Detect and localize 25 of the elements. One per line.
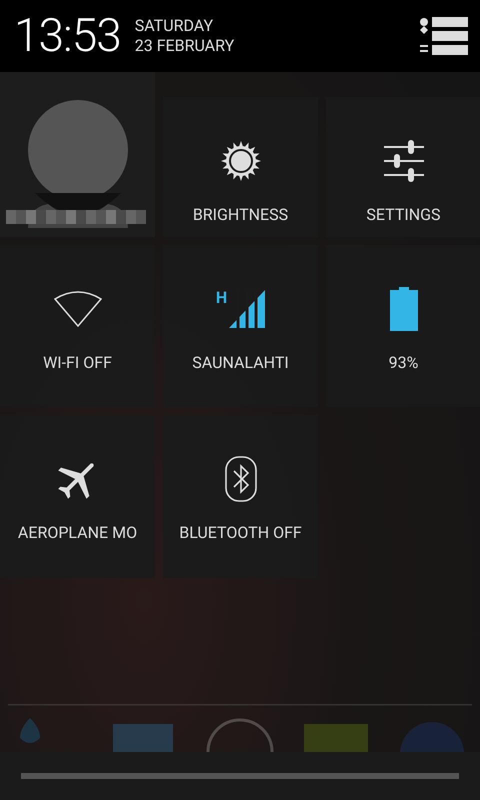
drag-handle-bar[interactable] bbox=[0, 752, 480, 800]
notifications-list-icon[interactable] bbox=[420, 17, 468, 55]
quick-setting-tile[interactable]: BLUETOOTH OFF bbox=[163, 415, 318, 578]
tile-label: SAUNALAHTI bbox=[192, 353, 289, 372]
date: 23 FEBRUARY bbox=[134, 36, 234, 56]
brightness-icon bbox=[218, 139, 262, 183]
quick-setting-tile[interactable]: AEROPLANE MO bbox=[0, 415, 155, 578]
tile-label: AEROPLANE MO bbox=[18, 523, 138, 542]
tile-label: BRIGHTNESS bbox=[192, 205, 288, 224]
signal-icon bbox=[229, 290, 266, 328]
sliders-icon bbox=[382, 140, 424, 182]
weekday: SATURDAY bbox=[134, 16, 214, 36]
tile-label: WI-FI OFF bbox=[43, 353, 112, 372]
user-tile[interactable] bbox=[0, 72, 155, 237]
quick-setting-tile[interactable]: 93% bbox=[326, 245, 480, 407]
quick-setting-tile[interactable]: H SAUNALAHTI bbox=[163, 245, 318, 407]
network-type: H bbox=[216, 290, 228, 306]
battery-icon bbox=[390, 287, 418, 331]
quick-setting-tile[interactable]: SETTINGS bbox=[326, 97, 480, 237]
quick-setting-tile[interactable]: WI-FI OFF bbox=[0, 245, 155, 407]
clock-time: 13:53 bbox=[14, 9, 121, 63]
tile-label: BLUETOOTH OFF bbox=[179, 523, 302, 542]
tile-label: SETTINGS bbox=[366, 205, 441, 224]
tile-label: 93% bbox=[388, 353, 418, 372]
quick-setting-tile[interactable]: BRIGHTNESS bbox=[163, 97, 318, 237]
